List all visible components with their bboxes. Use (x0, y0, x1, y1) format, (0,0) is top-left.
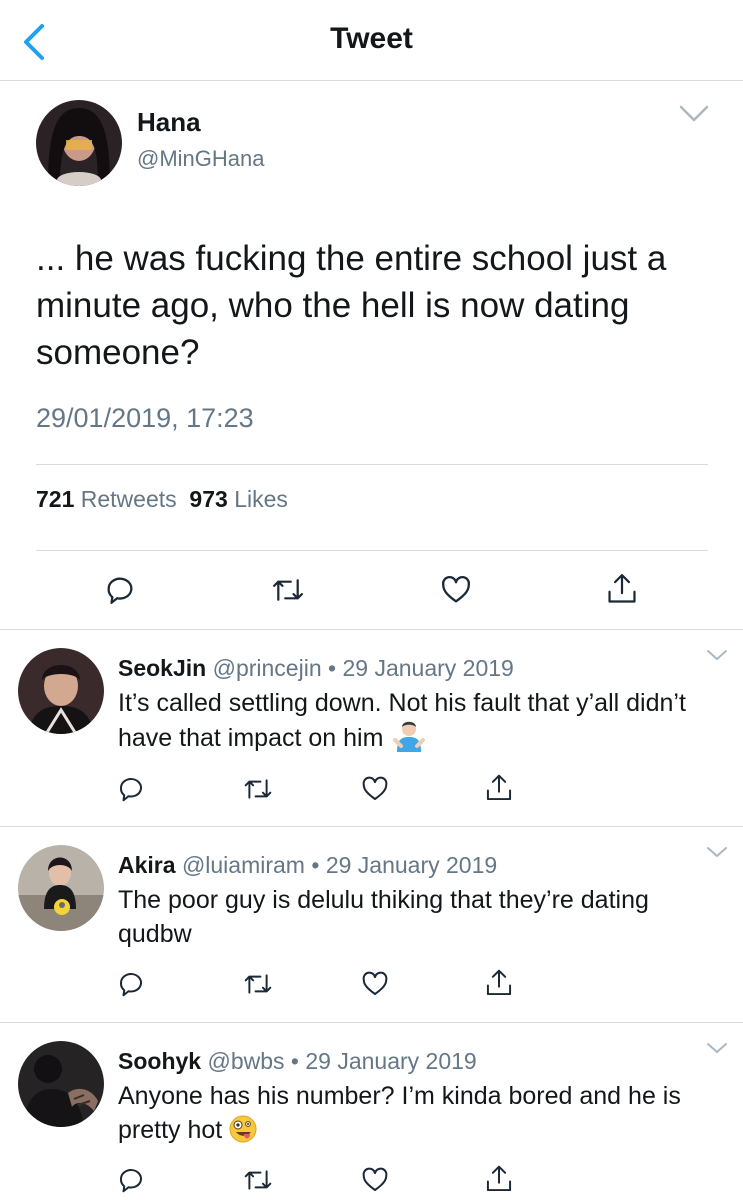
reply-date: 29 January 2019 (342, 655, 514, 681)
author-name[interactable]: Hana (137, 107, 201, 138)
nav-bar: Tweet (0, 0, 743, 81)
reply-text-block: It’s called settling down. Not his fault… (118, 686, 718, 761)
retweets-label: Retweets (80, 486, 177, 512)
share-button[interactable] (484, 772, 514, 809)
tweet-text: ... he was fucking the entire school jus… (36, 239, 667, 372)
tweet-menu-button[interactable] (678, 103, 710, 125)
avatar[interactable] (18, 648, 104, 734)
reply-text-block: The poor guy is delulu thiking that they… (118, 883, 718, 951)
reply-icon (107, 577, 133, 604)
reply-icon (120, 1169, 142, 1193)
tweet-menu-button[interactable] (706, 1041, 728, 1055)
like-button[interactable] (360, 969, 390, 1004)
reply-header: SeokJin @princejin • 29 January 2019 (118, 655, 514, 682)
reply-button[interactable] (116, 774, 146, 809)
chevron-down-icon (707, 1043, 727, 1053)
avatar[interactable] (18, 845, 104, 931)
share-icon (486, 1165, 512, 1192)
reply-date: 29 January 2019 (305, 1048, 477, 1074)
author-handle[interactable]: @luiamiram (182, 852, 305, 878)
like-icon (362, 971, 388, 995)
retweet-button[interactable] (270, 573, 306, 612)
reply-text-block: Anyone has his number? I’m kinda bored a… (118, 1079, 718, 1153)
avatar[interactable] (18, 1041, 104, 1127)
retweet-icon (244, 974, 272, 994)
separator: • (328, 655, 337, 681)
reply-button[interactable] (116, 1165, 146, 1200)
divider (36, 464, 708, 465)
like-icon (362, 776, 388, 800)
author-handle[interactable]: @bwbs (207, 1048, 284, 1074)
separator: • (290, 1048, 299, 1074)
like-button[interactable] (360, 774, 390, 809)
chevron-down-icon (707, 847, 727, 857)
reply-text: Anyone has his number? I’m kinda bored a… (118, 1082, 681, 1144)
tweet-stats: 721 Retweets 973 Likes (36, 486, 288, 513)
likes-stat[interactable]: 973 Likes (189, 486, 287, 512)
share-icon (608, 574, 636, 603)
avatar[interactable] (36, 100, 122, 186)
author-handle[interactable]: @MinGHana (137, 146, 265, 172)
retweet-icon (273, 579, 303, 601)
share-icon (486, 969, 512, 996)
like-icon (441, 575, 471, 603)
tweet-menu-button[interactable] (706, 648, 728, 662)
author-name[interactable]: Soohyk (118, 1048, 201, 1074)
reply-tweet[interactable]: SeokJin @princejin • 29 January 2019 It’… (0, 630, 743, 827)
share-button[interactable] (484, 967, 514, 1004)
share-button[interactable] (484, 1163, 514, 1200)
reply-icon (120, 973, 142, 997)
reply-date: 29 January 2019 (325, 852, 498, 878)
reply-icon (120, 778, 142, 802)
reply-text: The poor guy is delulu thiking that they… (118, 886, 649, 948)
retweet-button[interactable] (242, 969, 274, 1004)
retweet-icon (244, 1170, 272, 1190)
chevron-down-icon (679, 105, 709, 122)
author-handle[interactable]: @princejin (213, 655, 322, 681)
reply-button[interactable] (103, 573, 137, 612)
retweets-count: 721 (36, 486, 75, 512)
tweet-menu-button[interactable] (706, 845, 728, 859)
retweet-icon (244, 779, 272, 799)
like-icon (362, 1167, 388, 1191)
reply-tweet[interactable]: Soohyk @bwbs • 29 January 2019 Anyone ha… (0, 1023, 743, 1200)
main-tweet: Hana @MinGHana ... he was fucking the en… (0, 81, 743, 630)
person-shrugging-icon (389, 720, 429, 761)
reply-header: Akira @luiamiram • 29 January 2019 (118, 852, 497, 879)
separator: • (311, 852, 320, 878)
likes-count: 973 (189, 486, 228, 512)
tweet-timestamp: 29/01/2019, 17:23 (36, 403, 254, 433)
divider (36, 550, 708, 551)
reply-header: Soohyk @bwbs • 29 January 2019 (118, 1048, 477, 1075)
retweet-button[interactable] (242, 774, 274, 809)
like-button[interactable] (360, 1165, 390, 1200)
zany-face-icon (228, 1114, 258, 1153)
retweet-button[interactable] (242, 1165, 274, 1200)
reply-tweet[interactable]: Akira @luiamiram • 29 January 2019 The p… (0, 827, 743, 1023)
chevron-down-icon (707, 650, 727, 660)
likes-label: Likes (234, 486, 288, 512)
author-name[interactable]: Akira (118, 852, 176, 878)
reply-button[interactable] (116, 969, 146, 1004)
share-icon (486, 774, 512, 801)
like-button[interactable] (439, 573, 473, 612)
retweets-stat[interactable]: 721 Retweets (36, 486, 177, 512)
share-button[interactable] (605, 571, 639, 612)
author-name[interactable]: SeokJin (118, 655, 206, 681)
page-title: Tweet (330, 22, 413, 55)
